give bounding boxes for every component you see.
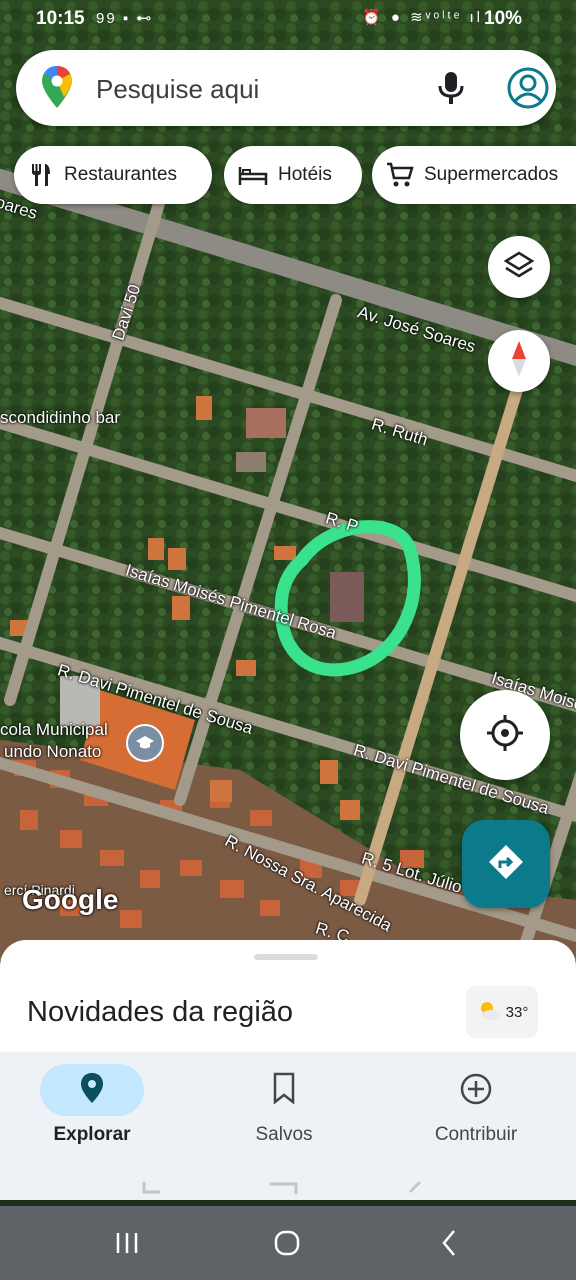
search-bar[interactable] [16,50,556,126]
system-navigation-bar [0,1206,576,1280]
sheet-title: Novidades da região [27,996,294,1028]
battery-level: 10% [484,8,523,29]
gesture-hint-shapes [142,1180,422,1194]
bottom-navigation: Explorar Salvos Contribuir [0,1052,576,1200]
system-status-icons: ⏰ ● ≋ᵛᵒˡᵗᵉ ıl [362,9,484,26]
chip-label: Hotéis [278,164,332,185]
chip-hotels[interactable]: Hotéis [224,146,362,204]
fork-knife-icon [28,162,54,188]
my-location-button[interactable] [460,690,550,780]
chip-restaurants[interactable]: Restaurantes [14,146,212,204]
weather-temperature: 33° [505,1003,529,1021]
nav-label: Salvos [255,1124,313,1145]
nav-label: Explorar [53,1124,131,1145]
location-pin-icon [0,1072,184,1104]
cart-icon [386,162,414,188]
bookmark-icon [192,1072,376,1104]
google-maps-logo-icon [42,66,72,113]
directions-button[interactable] [462,820,550,908]
sheet-drag-handle[interactable] [254,954,318,960]
partly-cloudy-icon [476,999,502,1025]
layers-button[interactable] [488,236,550,298]
compass-icon [509,339,529,384]
weather-chip[interactable]: 33° [466,986,538,1038]
chip-supermarkets[interactable]: Supermercados [372,146,576,204]
add-circle-icon [384,1072,568,1106]
satellite-map[interactable] [0,0,576,960]
compass-button[interactable] [488,330,550,392]
school-icon[interactable] [126,724,164,762]
screen: oares Davi 50 Av. José Soares scondidinh… [0,0,576,1280]
status-time: 10:15 [36,8,85,29]
home-icon[interactable] [270,1228,304,1258]
crosshair-icon [485,713,525,758]
microphone-icon[interactable] [436,70,466,111]
nav-label: Contribuir [434,1124,518,1145]
chip-label: Restaurantes [64,164,178,185]
map-label-poi[interactable]: cola Municipal [0,720,108,740]
back-icon[interactable] [432,1228,466,1258]
bottom-sheet[interactable]: Novidades da região 33° [0,940,576,1052]
map-label-poi[interactable]: scondidinho bar [0,408,120,428]
map-label-poi[interactable]: undo Nonato [4,742,101,762]
directions-icon [486,842,526,887]
notification-icons: 99 ▪ ⊷ [96,10,154,27]
bed-icon [238,163,268,187]
layers-icon [503,249,535,286]
search-input[interactable] [96,74,396,105]
recent-apps-icon[interactable] [110,1228,144,1258]
status-bar: 10:15 99 ▪ ⊷ ⏰ ● ≋ᵛᵒˡᵗᵉ ıl 10% [0,0,576,38]
google-watermark: Google [22,884,119,915]
chip-label: Supermercados [424,164,559,185]
account-avatar-icon[interactable] [506,66,550,115]
